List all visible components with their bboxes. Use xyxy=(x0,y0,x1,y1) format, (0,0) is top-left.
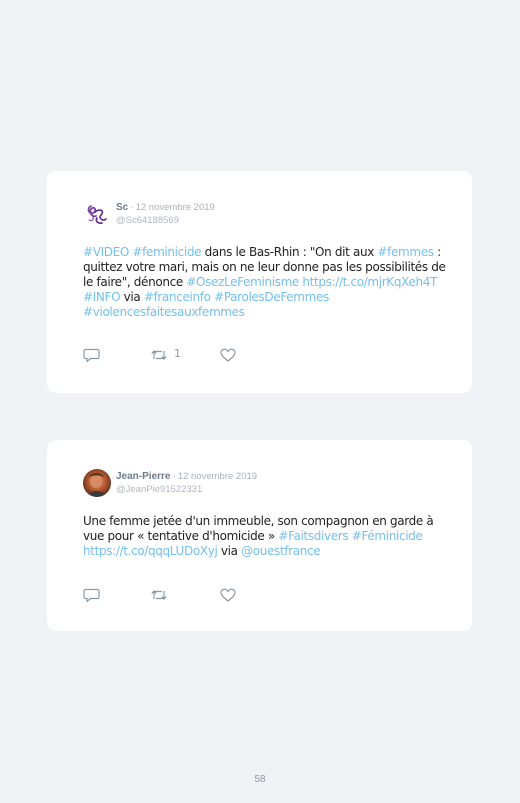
tweet-text-segment: via xyxy=(120,290,144,304)
hashtag-link[interactable]: #femmes xyxy=(377,245,434,259)
tweet-text-segment: via xyxy=(217,544,242,558)
like-icon[interactable] xyxy=(219,347,237,363)
author-name[interactable]: Sc xyxy=(116,202,128,213)
tweet-text-segment: dans le Bas-Rhin : "On dit aux xyxy=(201,245,378,259)
retweet-count: 1 xyxy=(174,347,181,360)
retweet-icon[interactable] xyxy=(150,347,168,363)
reply-icon[interactable] xyxy=(83,587,101,603)
tweet-meta: Jean-Pierre · 12 novembre 2019 @JeanPie915… xyxy=(116,470,257,496)
mention-link[interactable]: @ouestfrance xyxy=(241,544,321,558)
tweet-text: Une femme jetée d'un immeuble, son compa… xyxy=(83,514,453,559)
avatar[interactable] xyxy=(83,469,111,497)
hashtag-link[interactable]: #INFO xyxy=(83,290,121,304)
tweet-text: #VIDEO #feminicide dans le Bas-Rhin : "O… xyxy=(83,245,453,320)
hashtag-link[interactable]: #feminicide xyxy=(132,245,201,259)
url-link[interactable]: https://t.co/mjrKqXeh4T xyxy=(302,275,437,289)
hashtag-link[interactable]: #ParolesDeFemmes xyxy=(214,290,329,304)
hashtag-link[interactable]: #franceinfo xyxy=(144,290,211,304)
retweet-icon[interactable] xyxy=(150,587,168,603)
hashtag-link[interactable]: #VIDEO xyxy=(83,245,129,259)
author-handle[interactable]: @Sc64188569 xyxy=(116,214,215,227)
avatar[interactable] xyxy=(83,200,111,228)
hashtag-link[interactable]: #Faitsdivers xyxy=(278,529,348,543)
author-handle[interactable]: @JeanPie91522331 xyxy=(116,483,257,496)
reply-icon[interactable] xyxy=(83,347,101,363)
hashtag-link[interactable]: #OsezLeFeminisme xyxy=(186,275,299,289)
url-link[interactable]: https://t.co/qqqLUDoXyj xyxy=(83,544,218,558)
tweet-date[interactable]: 12 novembre 2019 xyxy=(178,471,257,482)
hashtag-link[interactable]: #Féminicide xyxy=(352,529,423,543)
separator-dot: · xyxy=(172,471,176,482)
tweet-card: Sc · 12 novembre 2019 @Sc64188569 #VIDEO #… xyxy=(47,171,472,393)
separator-dot: · xyxy=(130,202,134,213)
page-number: 58 xyxy=(254,774,266,785)
tweet-date[interactable]: 12 novembre 2019 xyxy=(136,202,215,213)
hashtag-link[interactable]: #violencesfaitesauxfemmes xyxy=(83,305,245,319)
calligraphy-logo-icon xyxy=(83,200,111,228)
profile-photo-icon xyxy=(83,469,111,497)
tweet-meta: Sc · 12 novembre 2019 @Sc64188569 xyxy=(116,201,215,227)
author-name[interactable]: Jean-Pierre xyxy=(116,471,170,482)
like-icon[interactable] xyxy=(219,587,237,603)
tweet-card: Jean-Pierre · 12 novembre 2019 @JeanPie915… xyxy=(47,440,472,631)
